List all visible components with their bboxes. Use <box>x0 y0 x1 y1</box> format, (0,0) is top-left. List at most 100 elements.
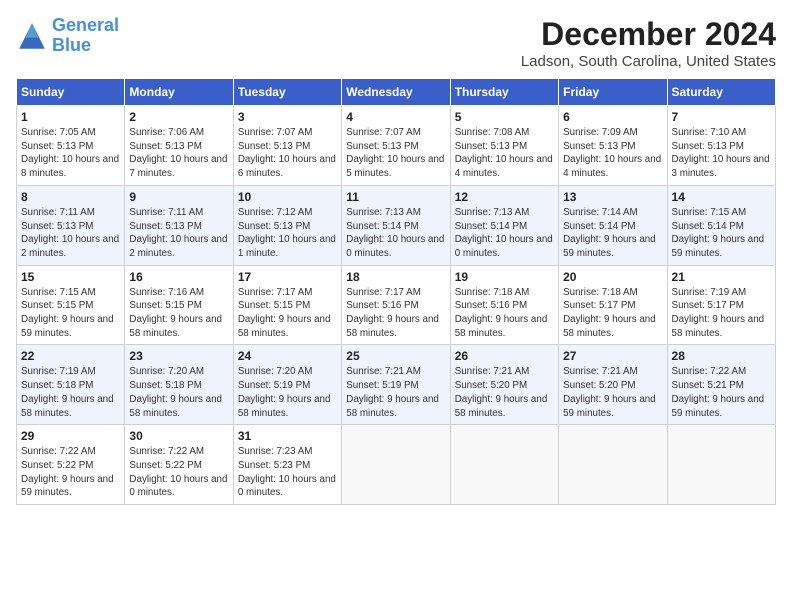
calendar-cell: 31 Sunrise: 7:23 AMSunset: 5:23 PMDayligh… <box>233 425 341 505</box>
day-info: Sunrise: 7:13 AMSunset: 5:14 PMDaylight:… <box>455 206 554 261</box>
calendar-cell: 27 Sunrise: 7:21 AMSunset: 5:20 PMDayligh… <box>559 345 667 425</box>
day-number: 23 <box>129 349 228 363</box>
calendar-cell: 6Sunrise: 7:09 AMSunset: 5:13 PMDaylight… <box>559 106 667 186</box>
day-number: 22 <box>21 349 120 363</box>
day-number: 29 <box>21 429 120 443</box>
day-info: Sunrise: 7:23 AMSunset: 5:23 PMDaylight:… <box>238 445 337 500</box>
day-info: Sunrise: 7:05 AMSunset: 5:13 PMDaylight:… <box>21 126 120 181</box>
day-info: Sunrise: 7:12 AMSunset: 5:13 PMDaylight:… <box>238 206 337 261</box>
calendar-cell: 11Sunrise: 7:13 AMSunset: 5:14 PMDayligh… <box>342 185 450 265</box>
day-number: 8 <box>21 190 120 204</box>
day-number: 24 <box>238 349 337 363</box>
day-number: 20 <box>563 270 662 284</box>
day-info: Sunrise: 7:21 AMSunset: 5:19 PMDaylight:… <box>346 365 445 420</box>
calendar-cell: 4Sunrise: 7:07 AMSunset: 5:13 PMDaylight… <box>342 106 450 186</box>
calendar-cell: 28 Sunrise: 7:22 AMSunset: 5:21 PMDayligh… <box>667 345 775 425</box>
day-number: 31 <box>238 429 337 443</box>
day-number: 27 <box>563 349 662 363</box>
calendar-cell: 9 Sunrise: 7:11 AMSunset: 5:13 PMDaylight… <box>125 185 233 265</box>
day-info: Sunrise: 7:19 AMSunset: 5:18 PMDaylight:… <box>21 365 120 420</box>
day-info: Sunrise: 7:21 AMSunset: 5:20 PMDaylight:… <box>455 365 554 420</box>
col-header-saturday: Saturday <box>667 79 775 106</box>
day-number: 19 <box>455 270 554 284</box>
day-number: 16 <box>129 270 228 284</box>
calendar-table: SundayMondayTuesdayWednesdayThursdayFrid… <box>16 78 776 505</box>
calendar-week-row: 1 Sunrise: 7:05 AMSunset: 5:13 PMDaylight… <box>17 106 776 186</box>
day-number: 13 <box>563 190 662 204</box>
day-info: Sunrise: 7:15 AMSunset: 5:14 PMDaylight:… <box>672 206 771 261</box>
calendar-cell: 25 Sunrise: 7:21 AMSunset: 5:19 PMDayligh… <box>342 345 450 425</box>
calendar-cell: 22 Sunrise: 7:19 AMSunset: 5:18 PMDayligh… <box>17 345 125 425</box>
day-number: 21 <box>672 270 771 284</box>
day-info: Sunrise: 7:19 AMSunset: 5:17 PMDaylight:… <box>672 286 771 341</box>
calendar-cell: 29 Sunrise: 7:22 AMSunset: 5:22 PMDayligh… <box>17 425 125 505</box>
day-info: Sunrise: 7:16 AMSunset: 5:15 PMDaylight:… <box>129 286 228 341</box>
calendar-cell: 18Sunrise: 7:17 AMSunset: 5:16 PMDayligh… <box>342 265 450 345</box>
month-title: December 2024 <box>521 16 776 53</box>
day-info: Sunrise: 7:08 AMSunset: 5:13 PMDaylight:… <box>455 126 554 181</box>
day-info: Sunrise: 7:22 AMSunset: 5:22 PMDaylight:… <box>21 445 120 500</box>
day-info: Sunrise: 7:11 AMSunset: 5:13 PMDaylight:… <box>129 206 228 261</box>
calendar-cell: 13 Sunrise: 7:14 AMSunset: 5:14 PMDayligh… <box>559 185 667 265</box>
day-number: 25 <box>346 349 445 363</box>
day-number: 30 <box>129 429 228 443</box>
day-number: 1 <box>21 110 120 124</box>
calendar-cell: 24 Sunrise: 7:20 AMSunset: 5:19 PMDayligh… <box>233 345 341 425</box>
day-number: 3 <box>238 110 337 124</box>
day-info: Sunrise: 7:20 AMSunset: 5:19 PMDaylight:… <box>238 365 337 420</box>
col-header-wednesday: Wednesday <box>342 79 450 106</box>
day-info: Sunrise: 7:18 AMSunset: 5:16 PMDaylight:… <box>455 286 554 341</box>
calendar-cell: 26 Sunrise: 7:21 AMSunset: 5:20 PMDayligh… <box>450 345 558 425</box>
day-number: 2 <box>129 110 228 124</box>
calendar-cell: 30 Sunrise: 7:22 AMSunset: 5:22 PMDayligh… <box>125 425 233 505</box>
calendar-week-row: 15Sunrise: 7:15 AMSunset: 5:15 PMDayligh… <box>17 265 776 345</box>
col-header-thursday: Thursday <box>450 79 558 106</box>
day-info: Sunrise: 7:22 AMSunset: 5:22 PMDaylight:… <box>129 445 228 500</box>
location-title: Ladson, South Carolina, United States <box>521 53 776 70</box>
day-info: Sunrise: 7:10 AMSunset: 5:13 PMDaylight:… <box>672 126 771 181</box>
calendar-cell: 2 Sunrise: 7:06 AMSunset: 5:13 PMDaylight… <box>125 106 233 186</box>
day-info: Sunrise: 7:07 AMSunset: 5:13 PMDaylight:… <box>346 126 445 181</box>
day-info: Sunrise: 7:07 AMSunset: 5:13 PMDaylight:… <box>238 126 337 181</box>
page-header: General Blue December 2024 Ladson, South… <box>16 16 776 70</box>
calendar-cell <box>450 425 558 505</box>
day-number: 14 <box>672 190 771 204</box>
day-number: 5 <box>455 110 554 124</box>
day-number: 18 <box>346 270 445 284</box>
calendar-week-row: 22 Sunrise: 7:19 AMSunset: 5:18 PMDayligh… <box>17 345 776 425</box>
day-info: Sunrise: 7:21 AMSunset: 5:20 PMDaylight:… <box>563 365 662 420</box>
day-info: Sunrise: 7:22 AMSunset: 5:21 PMDaylight:… <box>672 365 771 420</box>
day-number: 10 <box>238 190 337 204</box>
calendar-cell: 3 Sunrise: 7:07 AMSunset: 5:13 PMDaylight… <box>233 106 341 186</box>
day-number: 28 <box>672 349 771 363</box>
day-number: 12 <box>455 190 554 204</box>
col-header-monday: Monday <box>125 79 233 106</box>
day-number: 7 <box>672 110 771 124</box>
col-header-friday: Friday <box>559 79 667 106</box>
logo-text: General Blue <box>52 16 119 56</box>
logo: General Blue <box>16 16 119 56</box>
calendar-cell: 15Sunrise: 7:15 AMSunset: 5:15 PMDayligh… <box>17 265 125 345</box>
day-info: Sunrise: 7:06 AMSunset: 5:13 PMDaylight:… <box>129 126 228 181</box>
title-block: December 2024 Ladson, South Carolina, Un… <box>521 16 776 70</box>
day-info: Sunrise: 7:15 AMSunset: 5:15 PMDaylight:… <box>21 286 120 341</box>
day-info: Sunrise: 7:18 AMSunset: 5:17 PMDaylight:… <box>563 286 662 341</box>
col-header-tuesday: Tuesday <box>233 79 341 106</box>
calendar-cell: 19 Sunrise: 7:18 AMSunset: 5:16 PMDayligh… <box>450 265 558 345</box>
day-info: Sunrise: 7:20 AMSunset: 5:18 PMDaylight:… <box>129 365 228 420</box>
calendar-cell: 12 Sunrise: 7:13 AMSunset: 5:14 PMDayligh… <box>450 185 558 265</box>
day-number: 9 <box>129 190 228 204</box>
day-info: Sunrise: 7:11 AMSunset: 5:13 PMDaylight:… <box>21 206 120 261</box>
logo-icon <box>16 20 48 52</box>
calendar-week-row: 29 Sunrise: 7:22 AMSunset: 5:22 PMDayligh… <box>17 425 776 505</box>
calendar-cell: 23 Sunrise: 7:20 AMSunset: 5:18 PMDayligh… <box>125 345 233 425</box>
day-info: Sunrise: 7:09 AMSunset: 5:13 PMDaylight:… <box>563 126 662 181</box>
calendar-cell <box>342 425 450 505</box>
calendar-cell: 5 Sunrise: 7:08 AMSunset: 5:13 PMDaylight… <box>450 106 558 186</box>
calendar-cell: 17Sunrise: 7:17 AMSunset: 5:15 PMDayligh… <box>233 265 341 345</box>
day-info: Sunrise: 7:13 AMSunset: 5:14 PMDaylight:… <box>346 206 445 261</box>
day-number: 26 <box>455 349 554 363</box>
calendar-cell <box>559 425 667 505</box>
calendar-cell: 8 Sunrise: 7:11 AMSunset: 5:13 PMDaylight… <box>17 185 125 265</box>
day-info: Sunrise: 7:14 AMSunset: 5:14 PMDaylight:… <box>563 206 662 261</box>
